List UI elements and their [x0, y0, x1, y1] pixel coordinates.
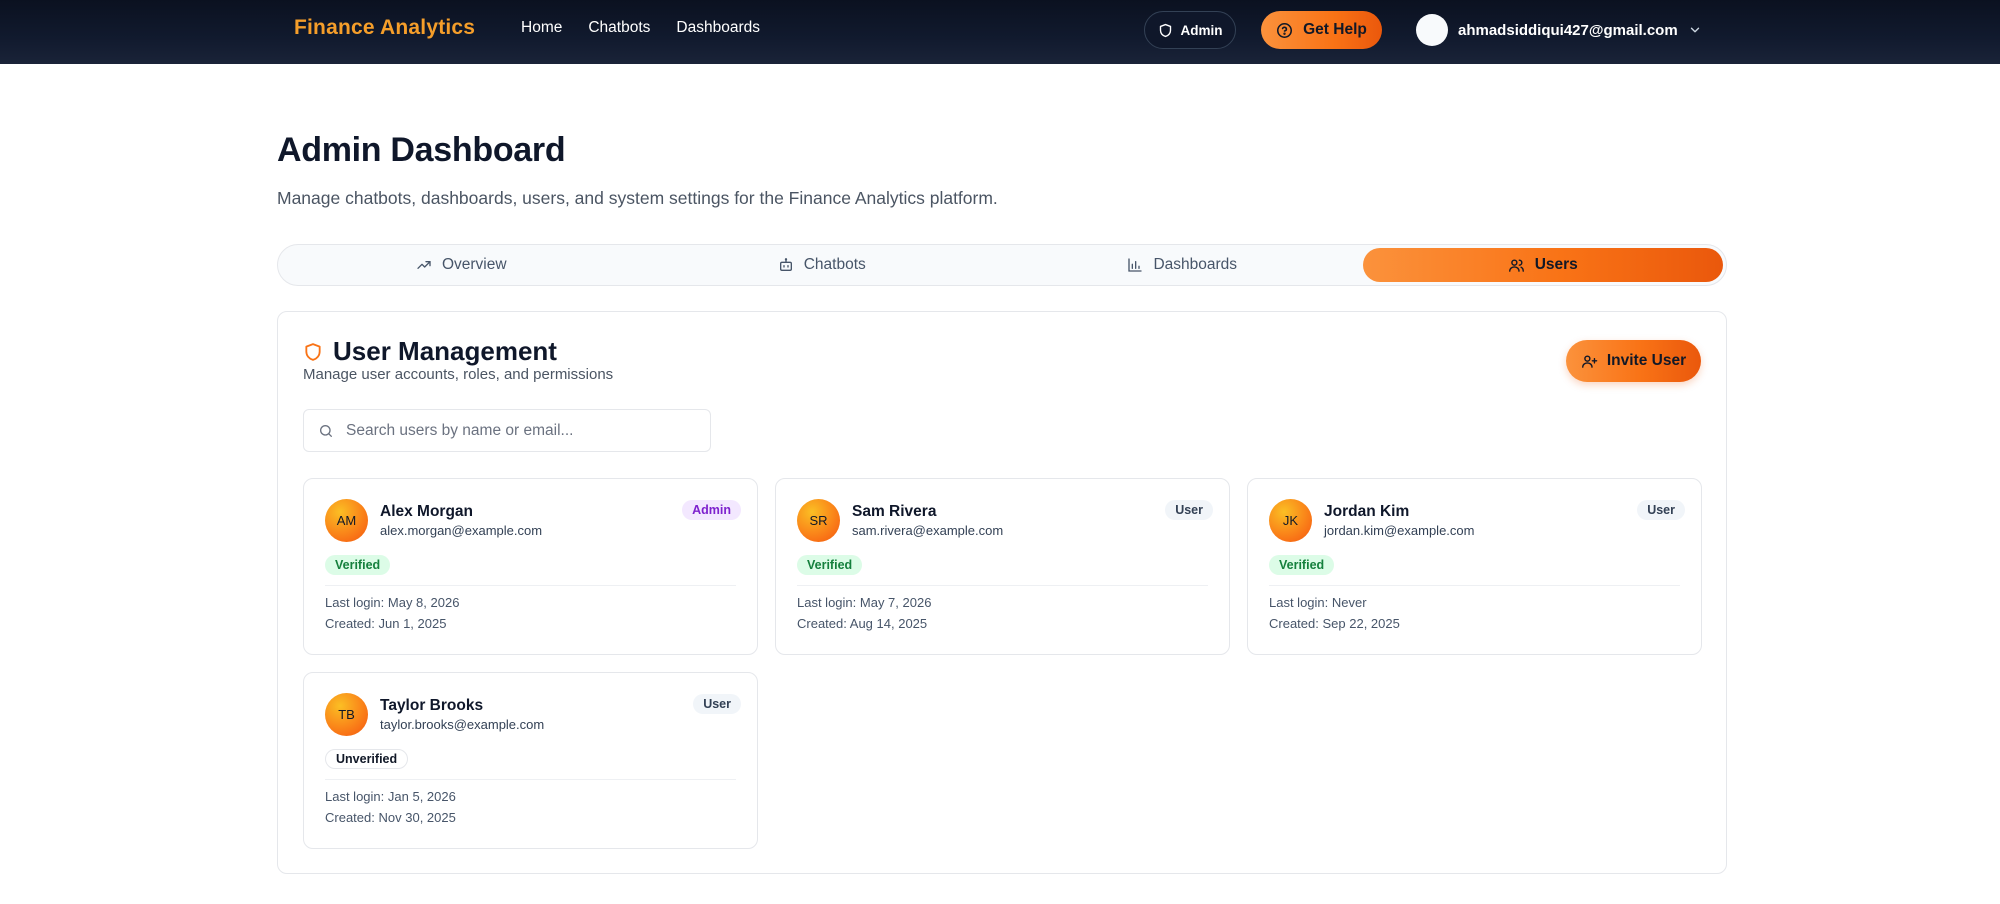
- status-badge: Verified: [325, 555, 391, 575]
- tab-dashboards[interactable]: Dashboards: [1002, 248, 1363, 282]
- panel-title-text: User Management: [333, 336, 557, 366]
- avatar: [1416, 14, 1448, 46]
- created-date: Created: Sep 22, 2025: [1269, 616, 1400, 631]
- nav-link-home[interactable]: Home: [521, 19, 562, 37]
- user-name: Taylor Brooks: [380, 697, 484, 714]
- admin-tabs: Overview Chatbots Dashboards Users: [277, 244, 1727, 286]
- invite-user-label: Invite User: [1606, 352, 1687, 369]
- users-icon: [1508, 257, 1525, 274]
- get-help-label: Get Help: [1303, 21, 1367, 38]
- divider: [797, 585, 1208, 586]
- nav-link-chatbots[interactable]: Chatbots: [588, 19, 650, 37]
- last-login: Last login: Jan 5, 2026: [325, 789, 456, 804]
- role-badge: User: [1165, 500, 1213, 520]
- user-email: sam.rivera@example.com: [852, 523, 1004, 538]
- avatar: JK: [1269, 499, 1312, 542]
- last-login: Last login: May 8, 2026: [325, 595, 460, 610]
- admin-button[interactable]: Admin: [1144, 11, 1236, 49]
- user-menu[interactable]: ahmadsiddiqui427@gmail.com: [1416, 14, 1702, 46]
- divider: [1269, 585, 1680, 586]
- panel-description: Manage user accounts, roles, and permiss…: [303, 366, 614, 383]
- invite-user-button[interactable]: Invite User: [1566, 340, 1701, 382]
- bar-chart-icon: [1127, 257, 1143, 273]
- tab-label: Chatbots: [803, 256, 866, 273]
- created-date: Created: Jun 1, 2025: [325, 616, 447, 631]
- status-badge: Verified: [1269, 555, 1335, 575]
- top-navbar: Finance Analytics Home Chatbots Dashboar…: [0, 0, 2000, 64]
- divider: [325, 585, 736, 586]
- trending-up-icon: [416, 257, 432, 273]
- user-card[interactable]: TB Taylor Brooks taylor.brooks@example.c…: [303, 672, 758, 849]
- shield-icon: [303, 341, 323, 363]
- panel-title: User Management: [303, 336, 557, 367]
- status-badge: Unverified: [325, 749, 409, 769]
- user-email: alex.morgan@example.com: [380, 523, 543, 538]
- get-help-button[interactable]: Get Help: [1261, 11, 1382, 49]
- search-icon: [318, 423, 334, 439]
- search-input[interactable]: [346, 421, 696, 440]
- last-login: Last login: Never: [1269, 595, 1367, 610]
- user-name: Jordan Kim: [1324, 503, 1410, 520]
- user-plus-icon: [1581, 353, 1598, 370]
- admin-label: Admin: [1180, 22, 1223, 38]
- tab-overview[interactable]: Overview: [281, 248, 642, 282]
- user-name: Alex Morgan: [380, 503, 474, 520]
- tab-label: Dashboards: [1153, 256, 1238, 273]
- tab-label: Overview: [441, 256, 507, 273]
- nav-links: Home Chatbots Dashboards: [521, 19, 760, 37]
- last-login: Last login: May 7, 2026: [797, 595, 932, 610]
- bot-icon: [778, 257, 794, 273]
- created-date: Created: Aug 14, 2025: [797, 616, 928, 631]
- help-circle-icon: [1276, 22, 1293, 39]
- avatar: TB: [325, 693, 368, 736]
- nav-link-dashboards[interactable]: Dashboards: [676, 19, 760, 37]
- role-badge: Admin: [682, 500, 741, 520]
- user-card[interactable]: SR Sam Rivera sam.rivera@example.com Use…: [775, 478, 1230, 655]
- page-title: Admin Dashboard: [277, 131, 566, 169]
- role-badge: User: [1637, 500, 1685, 520]
- tab-users[interactable]: Users: [1362, 248, 1723, 282]
- created-date: Created: Nov 30, 2025: [325, 810, 456, 825]
- user-name: Sam Rivera: [852, 503, 937, 520]
- user-card[interactable]: AM Alex Morgan alex.morgan@example.com A…: [303, 478, 758, 655]
- user-email: jordan.kim@example.com: [1324, 523, 1475, 538]
- page-subtitle: Manage chatbots, dashboards, users, and …: [277, 188, 998, 208]
- user-management-panel: User Management Manage user accounts, ro…: [277, 311, 1727, 874]
- divider: [325, 779, 736, 780]
- status-badge: Verified: [797, 555, 863, 575]
- user-email: ahmadsiddiqui427@gmail.com: [1458, 21, 1678, 39]
- chevron-down-icon: [1688, 23, 1702, 37]
- shield-icon: [1158, 23, 1173, 38]
- role-badge: User: [693, 694, 741, 714]
- avatar: AM: [325, 499, 368, 542]
- brand-logo[interactable]: Finance Analytics: [294, 16, 475, 40]
- tab-label: Users: [1534, 256, 1578, 273]
- avatar: SR: [797, 499, 840, 542]
- user-card[interactable]: JK Jordan Kim jordan.kim@example.com Use…: [1247, 478, 1702, 655]
- search-box: [303, 409, 711, 452]
- user-email: taylor.brooks@example.com: [380, 717, 545, 732]
- tab-chatbots[interactable]: Chatbots: [642, 248, 1003, 282]
